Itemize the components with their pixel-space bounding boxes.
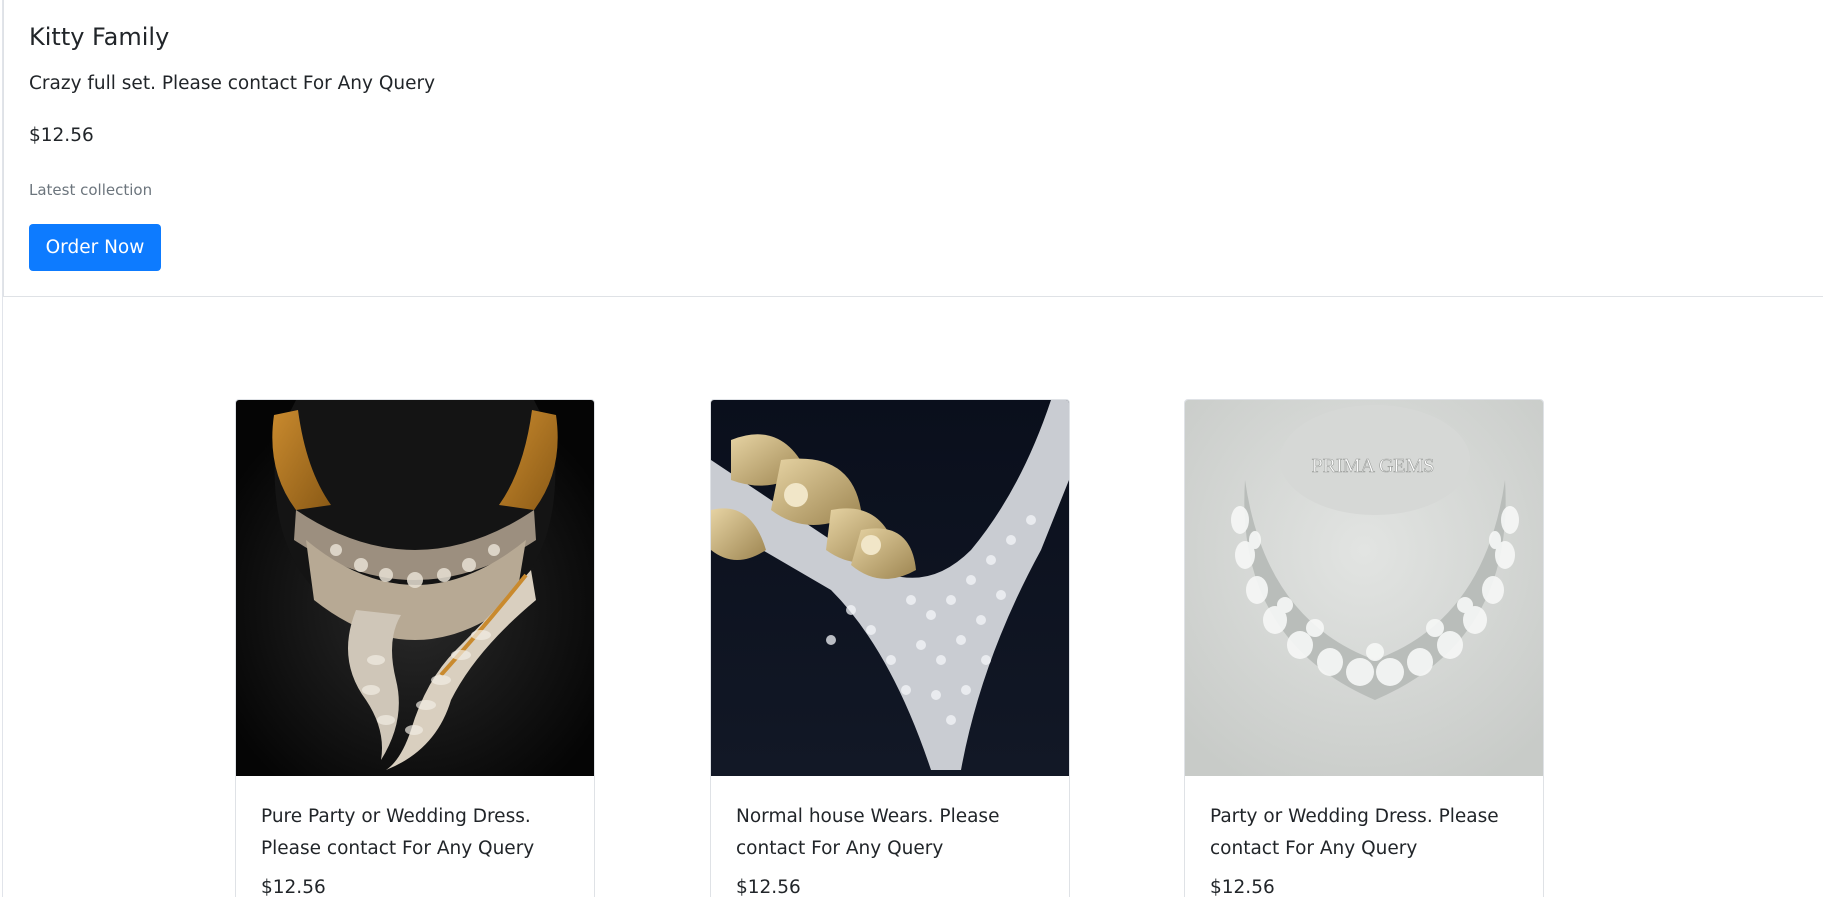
product-description: Party or Wedding Dress. Please contact F… <box>1210 806 1499 859</box>
product-card[interactable]: PRIMA GEMS Party or Wedding Dress. Pleas… <box>1184 399 1544 897</box>
product-price: $12.56 <box>1210 877 1275 897</box>
featured-product-price: $12.56 <box>29 125 94 146</box>
featured-product-description: Crazy full set. Please contact For Any Q… <box>29 73 436 94</box>
product-price: $12.56 <box>261 877 326 897</box>
image-watermark: PRIMA GEMS <box>1312 455 1435 477</box>
product-card[interactable]: Normal house Wears. Please contact For A… <box>710 399 1070 897</box>
product-card[interactable]: Pure Party or Wedding Dress. Please cont… <box>235 399 595 897</box>
featured-product-note: Latest collection <box>29 181 153 199</box>
featured-product-card: Kitty Family Crazy full set. Please cont… <box>3 0 1823 297</box>
product-card-body: Pure Party or Wedding Dress. Please cont… <box>261 801 561 897</box>
product-description: Pure Party or Wedding Dress. Please cont… <box>261 806 535 859</box>
product-card-body: Normal house Wears. Please contact For A… <box>736 801 1036 897</box>
product-price: $12.56 <box>736 877 801 897</box>
floral-diamond-necklace-image[interactable] <box>711 400 1069 776</box>
gold-diamond-necklace-image[interactable] <box>236 400 594 776</box>
order-now-button[interactable]: Order Now <box>29 224 161 271</box>
diamond-flower-necklace-image[interactable]: PRIMA GEMS <box>1185 400 1543 776</box>
product-card-body: Party or Wedding Dress. Please contact F… <box>1210 801 1510 897</box>
page: Kitty Family Crazy full set. Please cont… <box>0 0 1823 897</box>
featured-product-title: Kitty Family <box>29 23 170 51</box>
product-description: Normal house Wears. Please contact For A… <box>736 806 1000 859</box>
